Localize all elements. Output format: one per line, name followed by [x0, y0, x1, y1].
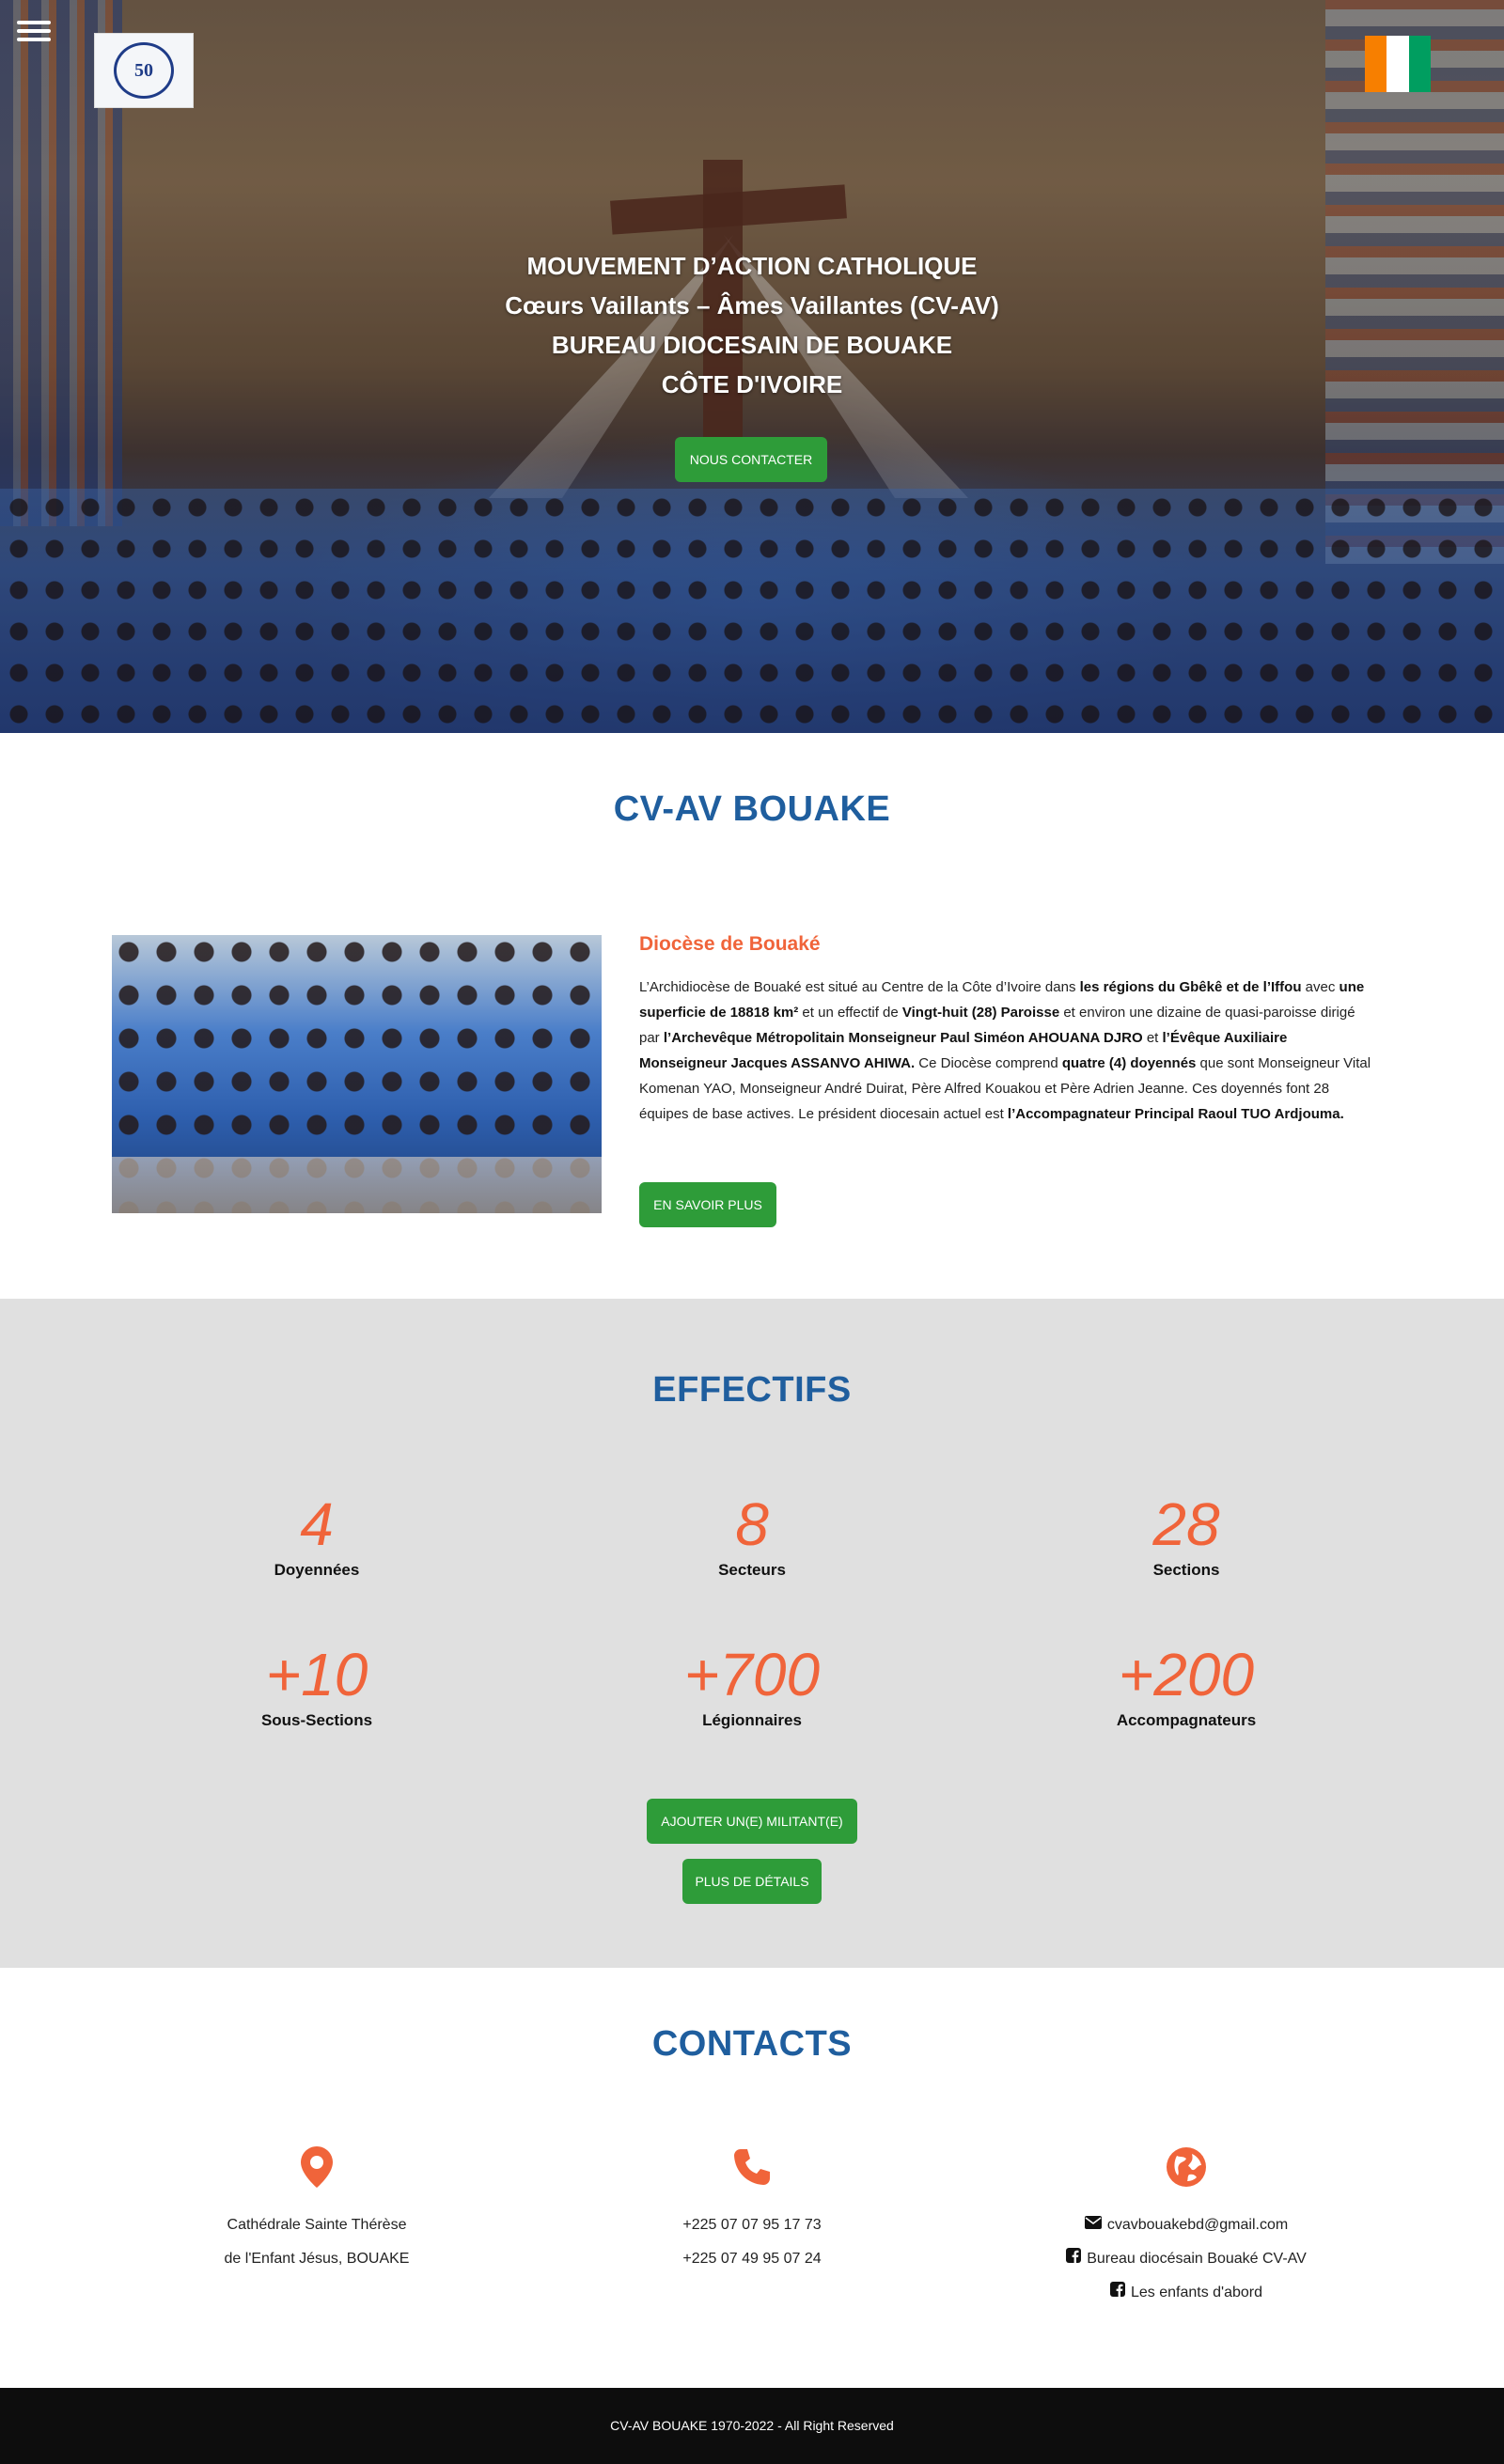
jubilee-logo[interactable]: 50 — [94, 33, 194, 108]
stat-label: Secteurs — [718, 1561, 786, 1579]
facebook-icon — [1109, 2276, 1125, 2310]
contact-web: cvavbouakebd@gmail.com Bureau diocésain … — [970, 2144, 1402, 2311]
hero-line: CÔTE D'IVOIRE — [661, 370, 843, 398]
contacts-section: CONTACTS Cathédrale Sainte Thérèse de l'… — [0, 1968, 1504, 2388]
laurel-icon: 50 — [114, 42, 174, 99]
stat-number: +10 — [265, 1641, 368, 1708]
globe-icon — [970, 2144, 1402, 2190]
phone-icon — [536, 2144, 968, 2190]
address-line: de l'Enfant Jésus, BOUAKE — [224, 2251, 410, 2267]
stat-number: +200 — [1118, 1641, 1255, 1708]
stat-accompagnateurs: +200 Accompagnateurs — [970, 1642, 1402, 1730]
stat-number: 8 — [735, 1490, 769, 1558]
about-subtitle: Diocèse de Bouaké — [639, 933, 821, 955]
address-line: Cathédrale Sainte Thérèse — [227, 2217, 407, 2233]
stat-label: Doyennées — [274, 1561, 360, 1579]
stat-label: Sections — [1152, 1561, 1220, 1579]
facebook-link[interactable]: Bureau diocésain Bouaké CV-AV — [970, 2242, 1402, 2276]
stat-legionnaires: +700 Légionnaires — [536, 1642, 968, 1730]
learn-more-button[interactable]: EN SAVOIR PLUS — [639, 1182, 776, 1227]
stat-label: Légionnaires — [702, 1711, 802, 1729]
ivory-coast-flag-icon — [1365, 36, 1431, 92]
phone-number[interactable]: +225 07 07 95 17 73 — [536, 2208, 968, 2242]
hero-banner: 50 MOUVEMENT D’ACTION CATHOLIQUE Cœurs V… — [0, 0, 1504, 733]
stat-number: 4 — [300, 1490, 334, 1558]
envelope-icon — [1084, 2208, 1102, 2242]
contact-address: Cathédrale Sainte Thérèse de l'Enfant Jé… — [101, 2144, 533, 2276]
about-content: Diocèse de Bouaké L’Archidiocèse de Boua… — [639, 933, 1374, 1127]
hero-line: BUREAU DIOCESAIN DE BOUAKE — [551, 331, 953, 359]
map-pin-icon — [101, 2144, 533, 2190]
contact-button[interactable]: NOUS CONTACTER — [675, 437, 827, 482]
footer: CV-AV BOUAKE 1970-2022 - All Right Reser… — [0, 2388, 1504, 2464]
stat-number: +700 — [683, 1641, 821, 1708]
group-photo — [112, 935, 602, 1213]
contact-phones: +225 07 07 95 17 73 +225 07 49 95 07 24 — [536, 2144, 968, 2276]
stat-number: 28 — [1152, 1490, 1220, 1558]
cvav-flag-logo[interactable] — [1365, 36, 1431, 105]
about-paragraph: L’Archidiocèse de Bouaké est situé au Ce… — [639, 979, 1371, 1122]
effectifs-section: EFFECTIFS 4 Doyennées 8 Secteurs 28 Sect… — [0, 1299, 1504, 1968]
hamburger-menu-icon[interactable] — [17, 21, 51, 47]
hero-heading: MOUVEMENT D’ACTION CATHOLIQUE Cœurs Vail… — [0, 246, 1504, 404]
stat-doyennees: 4 Doyennées — [101, 1491, 533, 1580]
section-title: CV-AV BOUAKE — [613, 789, 891, 829]
section-title: CONTACTS — [651, 2024, 853, 2064]
add-militant-button[interactable]: AJOUTER UN(E) MILITANT(E) — [647, 1799, 857, 1844]
facebook-link[interactable]: Les enfants d'abord — [970, 2276, 1402, 2310]
copyright-text: CV-AV BOUAKE 1970-2022 - All Right Reser… — [610, 2418, 894, 2433]
about-section: CV-AV BOUAKE Diocèse de Bouaké L’Archidi… — [0, 733, 1504, 1299]
section-title: EFFECTIFS — [652, 1370, 852, 1410]
more-details-button[interactable]: PLUS DE DÉTAILS — [682, 1859, 822, 1904]
facebook-icon — [1066, 2242, 1082, 2276]
stat-label: Sous-Sections — [260, 1711, 373, 1729]
stat-sections: 28 Sections — [970, 1491, 1402, 1580]
stat-sous-sections: +10 Sous-Sections — [101, 1642, 533, 1730]
email-link[interactable]: cvavbouakebd@gmail.com — [970, 2208, 1402, 2242]
hero-line: Cœurs Vaillants – Âmes Vaillantes (CV-AV… — [505, 291, 999, 320]
hero-line: MOUVEMENT D’ACTION CATHOLIQUE — [526, 252, 978, 280]
stat-secteurs: 8 Secteurs — [536, 1491, 968, 1580]
stat-label: Accompagnateurs — [1116, 1711, 1257, 1729]
phone-number[interactable]: +225 07 49 95 07 24 — [536, 2242, 968, 2276]
